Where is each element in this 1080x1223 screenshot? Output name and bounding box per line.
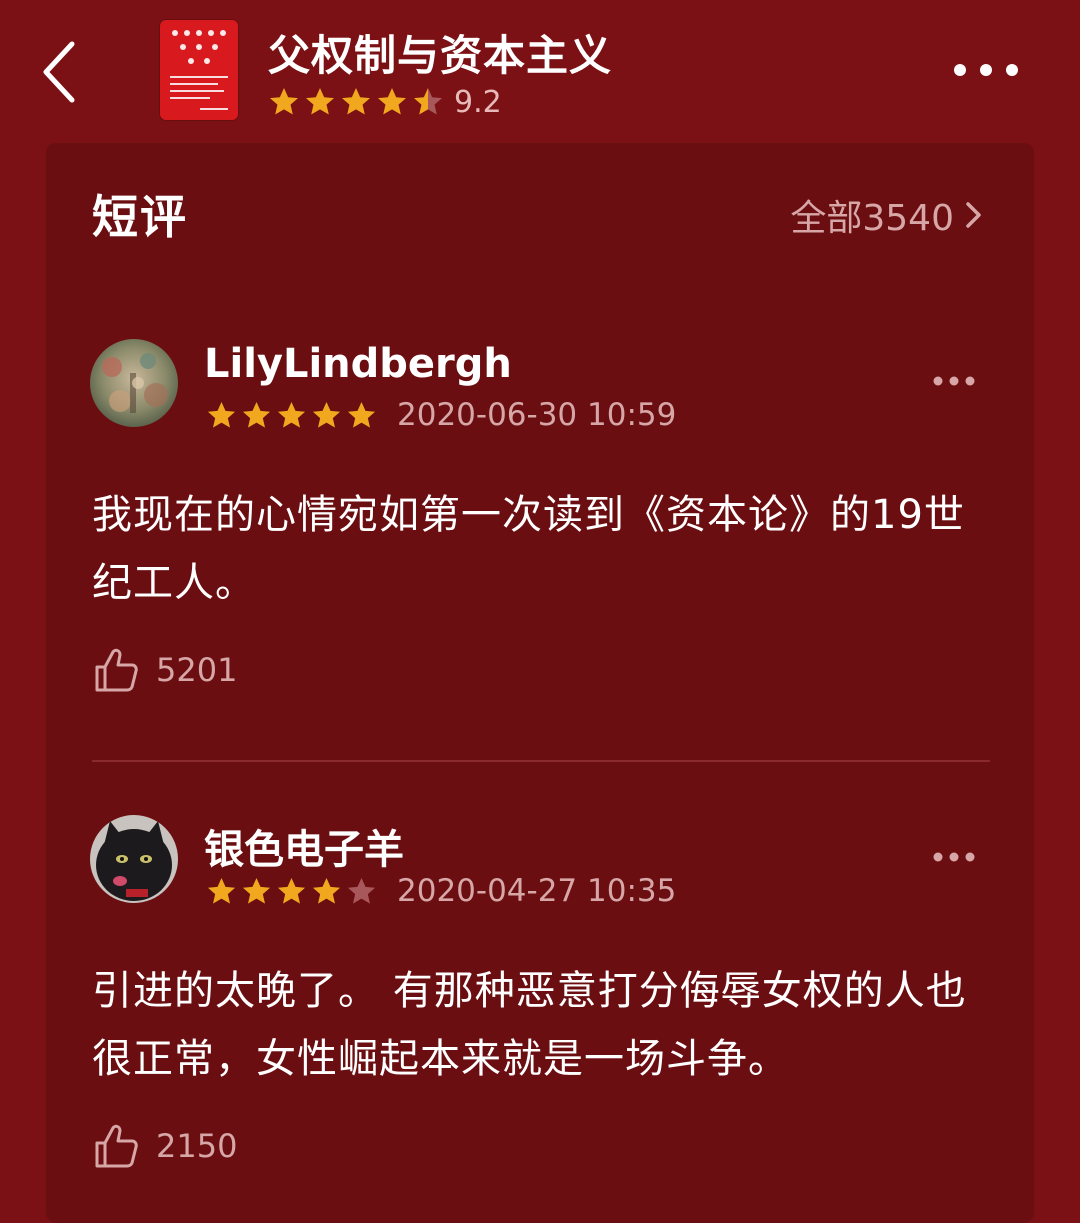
star-filled-icon bbox=[207, 877, 236, 904]
star-empty-icon bbox=[347, 877, 376, 904]
star-half-icon bbox=[414, 88, 442, 115]
review-date: 2020-04-27 10:35 bbox=[397, 873, 677, 909]
star-filled-icon bbox=[378, 88, 406, 115]
book-rating: 9.2 bbox=[268, 82, 502, 122]
section-title: 短评 bbox=[92, 190, 188, 244]
star-filled-icon bbox=[277, 877, 306, 904]
avatar[interactable] bbox=[90, 815, 178, 903]
review-more-button[interactable] bbox=[932, 847, 976, 867]
thumbs-up-icon bbox=[95, 648, 138, 692]
avatar[interactable] bbox=[90, 339, 178, 427]
chevron-left-icon bbox=[43, 41, 75, 103]
review-stars bbox=[206, 876, 377, 907]
star-filled-icon bbox=[306, 88, 334, 115]
review-username[interactable]: LilyLindbergh bbox=[204, 341, 512, 387]
book-cover-thumbnail[interactable] bbox=[160, 20, 238, 120]
review-meta: 2020-06-30 10:59 bbox=[206, 397, 676, 433]
rating-stars bbox=[268, 86, 444, 118]
star-filled-icon bbox=[312, 401, 341, 428]
like-button[interactable]: 2150 bbox=[94, 1123, 237, 1169]
review-text: 我现在的心情宛如第一次读到《资本论》的19世纪工人。 bbox=[92, 492, 965, 606]
more-options-button[interactable] bbox=[948, 52, 1024, 88]
star-filled-icon bbox=[242, 401, 271, 428]
like-count: 5201 bbox=[156, 651, 238, 689]
star-filled-icon bbox=[242, 877, 271, 904]
divider bbox=[92, 760, 990, 762]
more-horizontal-icon bbox=[933, 852, 975, 862]
all-reviews-link[interactable]: 全部3540 bbox=[790, 189, 984, 241]
all-reviews-label: 全部3540 bbox=[790, 198, 954, 239]
star-filled-icon bbox=[277, 401, 306, 428]
more-horizontal-icon bbox=[933, 376, 975, 386]
review-text: 引进的太晚了。 有那种恶意打分侮辱女权的人也很正常，女性崛起本来就是一场斗争。 bbox=[92, 968, 967, 1082]
top-bar: 父权制与资本主义 9.2 bbox=[0, 0, 1080, 140]
thumbs-up-icon bbox=[95, 1124, 138, 1168]
star-filled-icon bbox=[312, 877, 341, 904]
star-filled-icon bbox=[270, 88, 298, 115]
short-reviews-card: 短评 全部3540 LilyLindbergh 2020-06-30 10:59… bbox=[46, 143, 1034, 1223]
review-meta: 2020-04-27 10:35 bbox=[206, 873, 676, 909]
review-stars bbox=[206, 400, 377, 431]
book-title: 父权制与资本主义 bbox=[268, 31, 613, 80]
back-button[interactable] bbox=[30, 36, 94, 108]
chevron-right-icon bbox=[966, 202, 981, 228]
star-filled-icon bbox=[342, 88, 370, 115]
review-more-button[interactable] bbox=[932, 371, 976, 391]
star-filled-icon bbox=[347, 401, 376, 428]
rating-score: 9.2 bbox=[454, 84, 502, 120]
review-username[interactable]: 银色电子羊 bbox=[204, 817, 404, 875]
like-button[interactable]: 5201 bbox=[94, 647, 237, 693]
review-date: 2020-06-30 10:59 bbox=[397, 397, 677, 433]
more-horizontal-icon bbox=[954, 64, 1018, 76]
like-count: 2150 bbox=[156, 1127, 238, 1165]
star-filled-icon bbox=[207, 401, 236, 428]
